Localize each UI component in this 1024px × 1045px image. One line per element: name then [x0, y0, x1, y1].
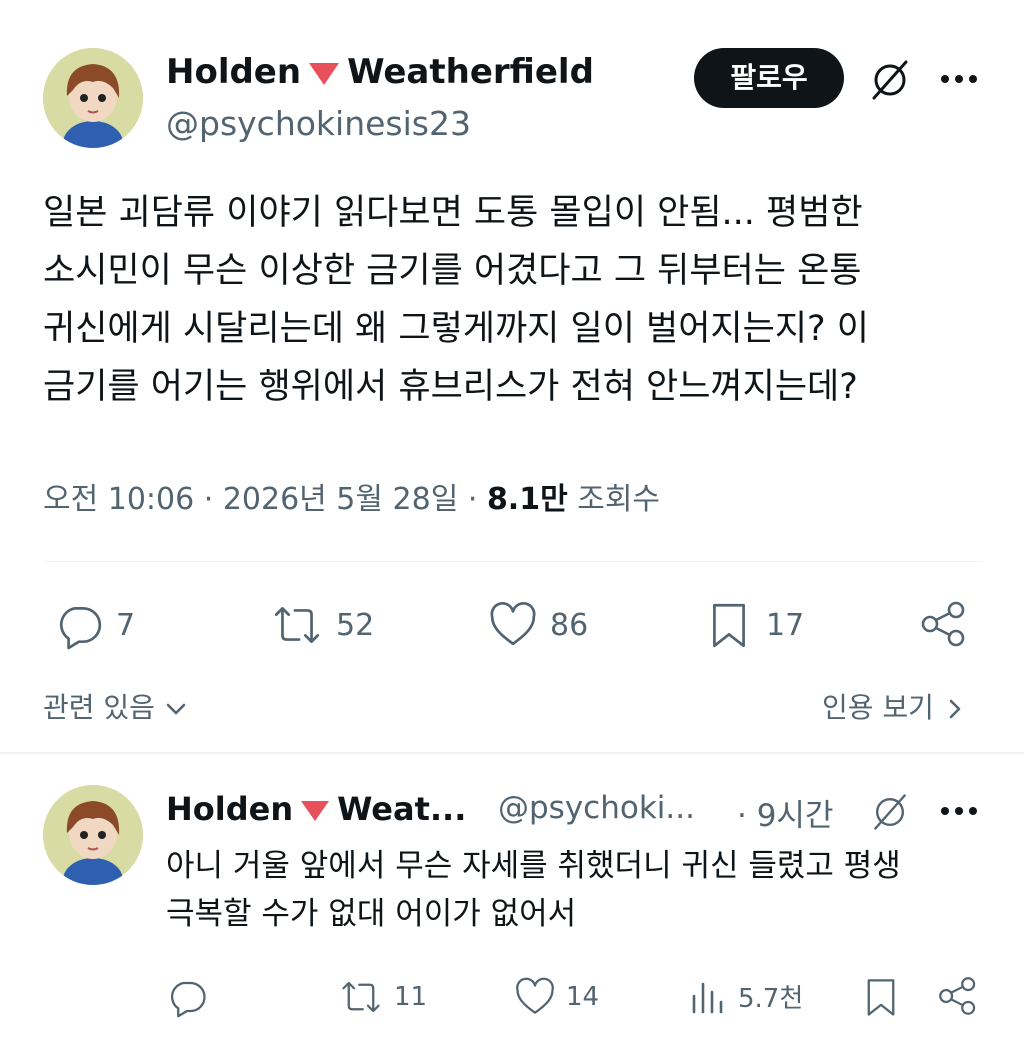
- reply-time[interactable]: · 9시간: [737, 790, 833, 835]
- more-icon[interactable]: [938, 796, 980, 826]
- reply-retweet-count: 11: [394, 982, 428, 1012]
- display-name-first: Holden: [166, 52, 302, 92]
- user-handle[interactable]: @psychokinesis23: [166, 104, 471, 143]
- divider: [43, 561, 983, 562]
- views-count: 8.1만: [486, 482, 568, 517]
- related-label: 관련 있음: [43, 691, 155, 724]
- reply-user-handle[interactable]: @psychoki...: [498, 790, 695, 826]
- reply-like-count: 14: [566, 982, 600, 1012]
- reply-text-line: 아니 거울 앞에서 무슨 자세를 취했더니 귀신 들렸고 평생: [166, 848, 901, 884]
- section-divider: [0, 752, 1024, 754]
- tweet-text-line: 귀신에게 시달리는데 왜 그렇게까지 일이 벌어지는지? 이: [43, 309, 869, 349]
- tweet-time[interactable]: 오전 10:06: [43, 482, 194, 517]
- more-icon[interactable]: [938, 64, 980, 94]
- avatar[interactable]: [43, 48, 143, 148]
- reply-avatar[interactable]: [43, 785, 143, 885]
- reply-like-button[interactable]: 14: [514, 976, 599, 1018]
- related-link[interactable]: 관련 있음: [43, 686, 188, 726]
- grok-icon[interactable]: [868, 790, 912, 834]
- reply-share-button[interactable]: [936, 974, 980, 1018]
- reply-display-name-last: Weat...: [337, 790, 467, 828]
- views-icon: [692, 982, 723, 1014]
- views-label: 조회수: [577, 482, 661, 517]
- reply-reply-button[interactable]: [166, 976, 218, 1018]
- tweet-text-line: 소시민이 무슨 이상한 금기를 어겼다고 그 뒤부터는 온통: [43, 251, 862, 291]
- tweet-text-line: 금기를 어기는 행위에서 휴브리스가 전혀 안느껴지는데?: [43, 367, 858, 407]
- retweet-button[interactable]: 52: [270, 600, 374, 650]
- like-count: 86: [550, 607, 589, 643]
- display-name-last: Weatherfield: [347, 52, 594, 92]
- bookmark-icon: [867, 979, 895, 1016]
- avatar-image: [43, 785, 143, 885]
- reply-button[interactable]: 7: [54, 600, 135, 650]
- reply-count: 7: [116, 607, 136, 643]
- share-icon: [921, 601, 965, 647]
- reply-views-button[interactable]: 5.7천: [688, 976, 803, 1016]
- chevron-right-icon: [949, 699, 961, 719]
- tweet-meta: 오전 10:06 · 2026년 5월 28일 · 8.1만 조회수: [43, 482, 661, 517]
- tweet-text-line: 일본 괴담류 이야기 읽다보면 도통 몰입이 안됨... 평범한: [43, 193, 863, 233]
- quotes-label: 인용 보기: [822, 691, 934, 724]
- reply-icon: [170, 981, 206, 1018]
- share-button[interactable]: [918, 598, 970, 650]
- reply-icon: [59, 606, 102, 650]
- reply-display-name[interactable]: Holden Weat...: [166, 790, 466, 828]
- bookmark-icon: [713, 603, 745, 648]
- reply-display-name-first: Holden: [166, 790, 294, 828]
- bookmark-count: 17: [766, 607, 805, 643]
- bookmark-button[interactable]: 17: [704, 600, 804, 650]
- avatar-image: [43, 48, 143, 148]
- heart-icon: [490, 602, 536, 646]
- heart-icon: [516, 977, 554, 1014]
- retweet-icon: [274, 607, 320, 643]
- view-quotes-link[interactable]: 인용 보기: [822, 686, 967, 726]
- triangle-emoji-icon: [301, 801, 330, 821]
- reply-text-line: 극복할 수가 없대 어이가 없어서: [166, 896, 577, 932]
- grok-icon[interactable]: [866, 56, 914, 104]
- chevron-down-icon: [166, 703, 186, 715]
- retweet-count: 52: [336, 607, 375, 643]
- share-icon: [939, 977, 976, 1015]
- triangle-emoji-icon: [309, 62, 340, 85]
- tweet-date[interactable]: 2026년 5월 28일: [223, 482, 458, 517]
- retweet-icon: [342, 981, 380, 1013]
- follow-button[interactable]: 팔로우: [694, 48, 844, 108]
- reply-text: 아니 거울 앞에서 무슨 자세를 취했더니 귀신 들렸고 평생 극복할 수가 없…: [166, 842, 996, 938]
- display-name[interactable]: Holden Weatherfield: [166, 52, 594, 92]
- like-button[interactable]: 86: [488, 600, 588, 650]
- reply-retweet-button[interactable]: 11: [338, 976, 427, 1018]
- tweet-text: 일본 괴담류 이야기 읽다보면 도통 몰입이 안됨... 평범한 소시민이 무슨…: [43, 184, 993, 416]
- reply-bookmark-button[interactable]: [860, 976, 902, 1018]
- reply-views-count: 5.7천: [738, 983, 804, 1014]
